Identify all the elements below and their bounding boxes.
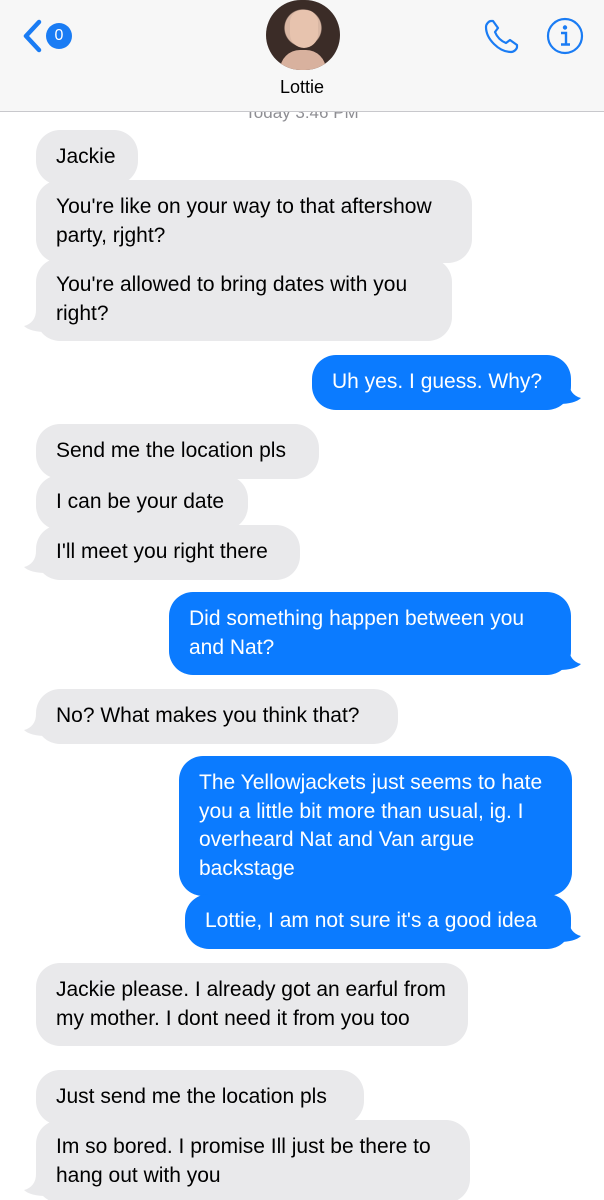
message-bubble-incoming[interactable]: I'll meet you right there (36, 525, 300, 580)
messages-screen: Today 3:46 PM Jackie You're like on your… (0, 0, 604, 1200)
bubble-tail-incoming (24, 551, 46, 573)
bubble-tail-incoming (24, 714, 46, 736)
message-bubble-outgoing[interactable]: Uh yes. I guess. Why? (312, 355, 571, 410)
message-bubble-incoming[interactable]: You're allowed to bring dates with you r… (36, 258, 452, 341)
info-icon (546, 17, 584, 55)
message-bubble-outgoing[interactable]: Lottie, I am not sure it's a good idea (185, 894, 571, 949)
message-bubble-outgoing[interactable]: Did something happen between you and Nat… (169, 592, 571, 675)
avatar-face-shape (290, 10, 318, 48)
avatar-body-shape (280, 50, 326, 70)
info-button[interactable] (545, 16, 585, 56)
bubble-tail-incoming (24, 310, 46, 332)
bubble-tail-outgoing (559, 648, 581, 670)
message-bubble-incoming[interactable]: You're like on your way to that aftersho… (36, 180, 472, 263)
message-thread[interactable]: Today 3:46 PM Jackie You're like on your… (0, 0, 604, 1200)
avatar[interactable] (266, 0, 340, 70)
message-bubble-outgoing[interactable]: The Yellowjackets just seems to hate you… (179, 756, 572, 896)
message-bubble-incoming[interactable]: Just send me the location pls (36, 1070, 364, 1125)
message-bubble-incoming[interactable]: Jackie (36, 130, 138, 185)
message-bubble-incoming[interactable]: I can be your date (36, 475, 248, 530)
message-bubble-incoming[interactable]: No? What makes you think that? (36, 689, 398, 744)
message-bubble-incoming[interactable]: Send me the location pls (36, 424, 319, 479)
bubble-tail-outgoing (559, 920, 581, 942)
call-button[interactable] (482, 16, 522, 56)
bubble-tail-outgoing (559, 382, 581, 404)
message-bubble-incoming[interactable]: Im so bored. I promise Ill just be there… (36, 1120, 470, 1200)
phone-icon (484, 19, 519, 54)
conversation-header: 0 Lottie (0, 0, 604, 112)
chevron-left-icon (23, 19, 42, 53)
contact-name[interactable]: Lottie (0, 77, 604, 98)
unread-count-badge: 0 (46, 23, 72, 49)
back-button[interactable]: 0 (20, 16, 76, 56)
message-bubble-incoming[interactable]: Jackie please. I already got an earful f… (36, 963, 468, 1046)
bubble-tail-incoming (24, 1174, 46, 1196)
